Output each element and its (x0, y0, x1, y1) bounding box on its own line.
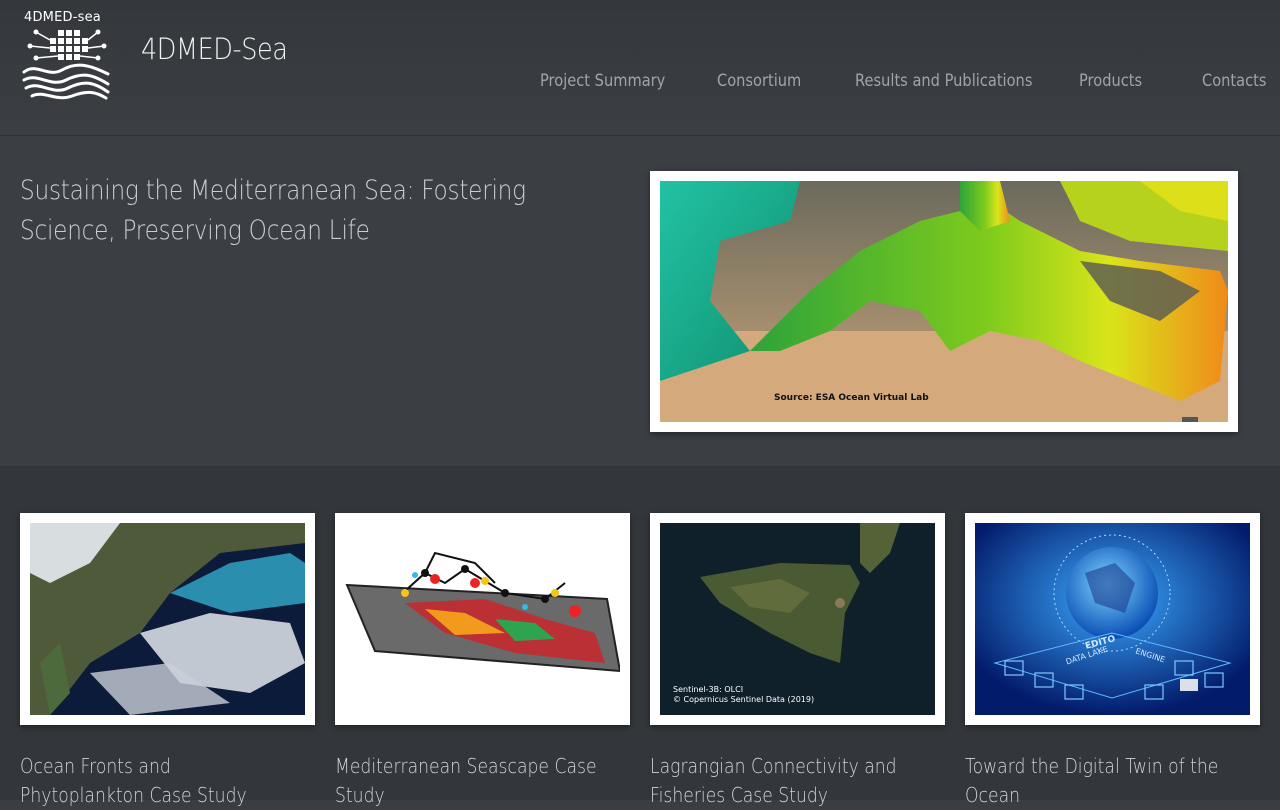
sentinel-caption-line2: © Copernicus Sentinel Data (2019) (673, 695, 815, 704)
card-ocean-fronts-image-frame[interactable] (20, 513, 315, 725)
nav-products[interactable]: Products (1079, 71, 1142, 91)
logo-text: 4DMED-sea (24, 10, 101, 25)
site-header: 4DMED-sea 4DMED-Sea Project Summary Cons… (0, 0, 1280, 136)
sicily-satellite-image: Sentinel-3B: OLCI © Copernicus Sentinel … (660, 523, 935, 715)
card-lagrangian-image-frame[interactable]: Sentinel-3B: OLCI © Copernicus Sentinel … (650, 513, 945, 725)
hero-image-caption: Source: ESA Ocean Virtual Lab (774, 393, 929, 403)
hero-title: Sustaining the Mediterranean Sea: Foster… (20, 175, 526, 246)
hero-image-frame: Source: ESA Ocean Virtual Lab (650, 171, 1238, 432)
card-title-ocean-fronts[interactable]: Ocean Fronts and Phytoplankton Case Stud… (20, 752, 295, 810)
card-title-seascape[interactable]: Mediterranean Seascape Case Study (335, 752, 610, 810)
nav-consortium[interactable]: Consortium (717, 71, 801, 91)
nav-project-summary[interactable]: Project Summary (540, 71, 665, 91)
digital-twin-globe-image: EDITO DATA LAKE ENGINE (975, 523, 1250, 715)
ocean-fronts-satellite-image (30, 523, 305, 715)
card-seascape-image-frame[interactable] (335, 513, 630, 725)
card-title-lagrangian[interactable]: Lagrangian Connectivity and Fisheries Ca… (650, 752, 925, 810)
card-title-digital-twin[interactable]: Toward the Digital Twin of the Ocean (965, 752, 1240, 810)
seascape-network-image (345, 523, 620, 715)
nav-results-publications[interactable]: Results and Publications (855, 71, 1032, 91)
mediterranean-map-image: Source: ESA Ocean Virtual Lab (660, 181, 1228, 422)
nav-contacts[interactable]: Contacts (1202, 71, 1267, 91)
card-digital-twin-image-frame[interactable]: EDITO DATA LAKE ENGINE (965, 513, 1260, 725)
sentinel-caption-line1: Sentinel-3B: OLCI (673, 685, 744, 694)
site-title[interactable]: 4DMED-Sea (141, 32, 288, 66)
main-nav: Project Summary Consortium Results and P… (0, 71, 1280, 95)
